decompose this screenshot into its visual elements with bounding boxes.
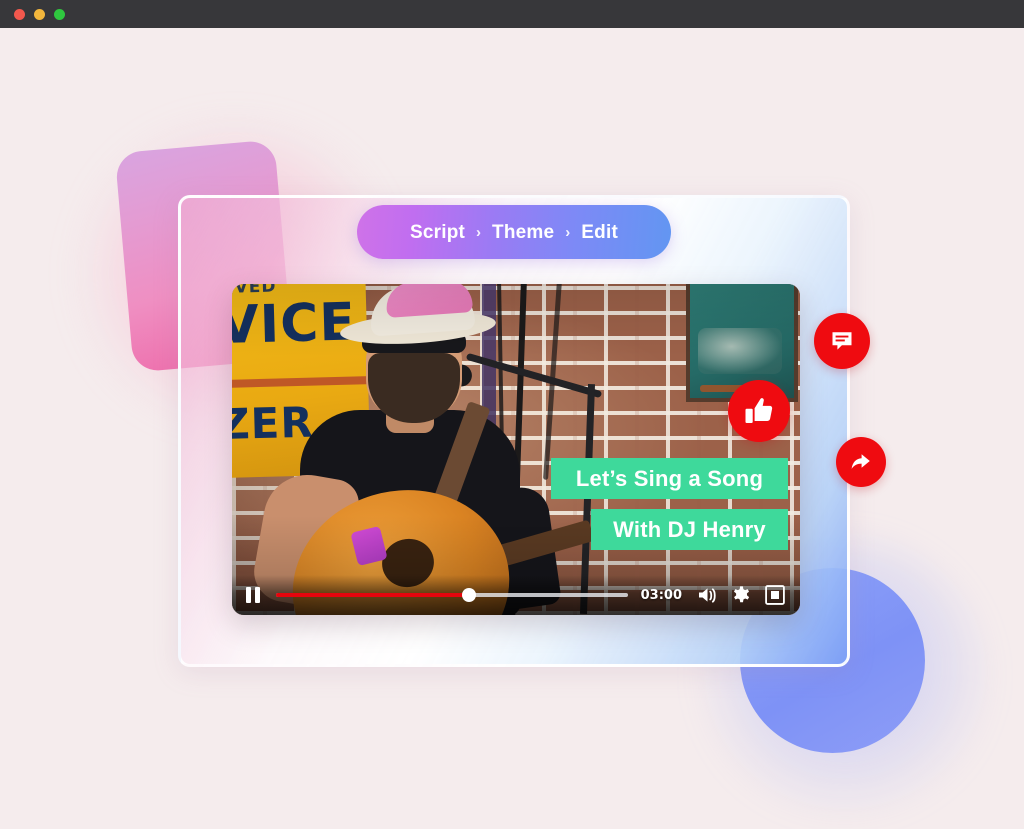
chevron-right-icon: › xyxy=(565,223,571,241)
window-titlebar xyxy=(0,0,1024,28)
breadcrumb-step-edit[interactable]: Edit xyxy=(581,223,618,242)
share-arrow-icon xyxy=(851,454,870,469)
comment-button[interactable] xyxy=(814,313,870,369)
video-player[interactable]: OVED VICE ZER xyxy=(232,284,800,615)
time-display: 03:00 xyxy=(640,587,682,603)
progress-scrubber[interactable] xyxy=(276,587,628,603)
pause-button[interactable] xyxy=(246,587,264,603)
volume-icon[interactable] xyxy=(696,584,718,606)
caption-line-1: Let’s Sing a Song xyxy=(551,458,788,499)
fullscreen-icon[interactable] xyxy=(764,584,786,606)
minimize-window-button[interactable] xyxy=(34,8,45,20)
breadcrumb: Script › Theme › Edit xyxy=(357,205,671,259)
breadcrumb-step-script[interactable]: Script xyxy=(410,223,465,242)
breadcrumb-step-theme[interactable]: Theme xyxy=(492,223,554,242)
comment-icon xyxy=(832,332,852,350)
maximize-window-button[interactable] xyxy=(54,8,65,20)
app-window: Script › Theme › Edit OVED VICE ZER xyxy=(0,0,1024,829)
pause-bar-right xyxy=(255,587,260,603)
gear-icon[interactable] xyxy=(730,584,752,606)
video-scene: OVED VICE ZER xyxy=(232,284,800,615)
thumbs-up-icon xyxy=(745,398,773,423)
share-button[interactable] xyxy=(836,437,886,487)
progress-fill xyxy=(276,593,470,597)
traffic-lights xyxy=(14,8,65,20)
progress-handle[interactable] xyxy=(462,588,477,602)
player-control-bar: 03:00 xyxy=(232,575,800,615)
canvas-stage: Script › Theme › Edit OVED VICE ZER xyxy=(0,28,1024,829)
pause-bar-left xyxy=(246,587,251,603)
close-window-button[interactable] xyxy=(14,8,25,20)
chevron-right-icon: › xyxy=(476,223,482,241)
like-button[interactable] xyxy=(728,380,790,442)
video-vignette xyxy=(232,284,800,615)
caption-line-2: With DJ Henry xyxy=(591,509,788,550)
